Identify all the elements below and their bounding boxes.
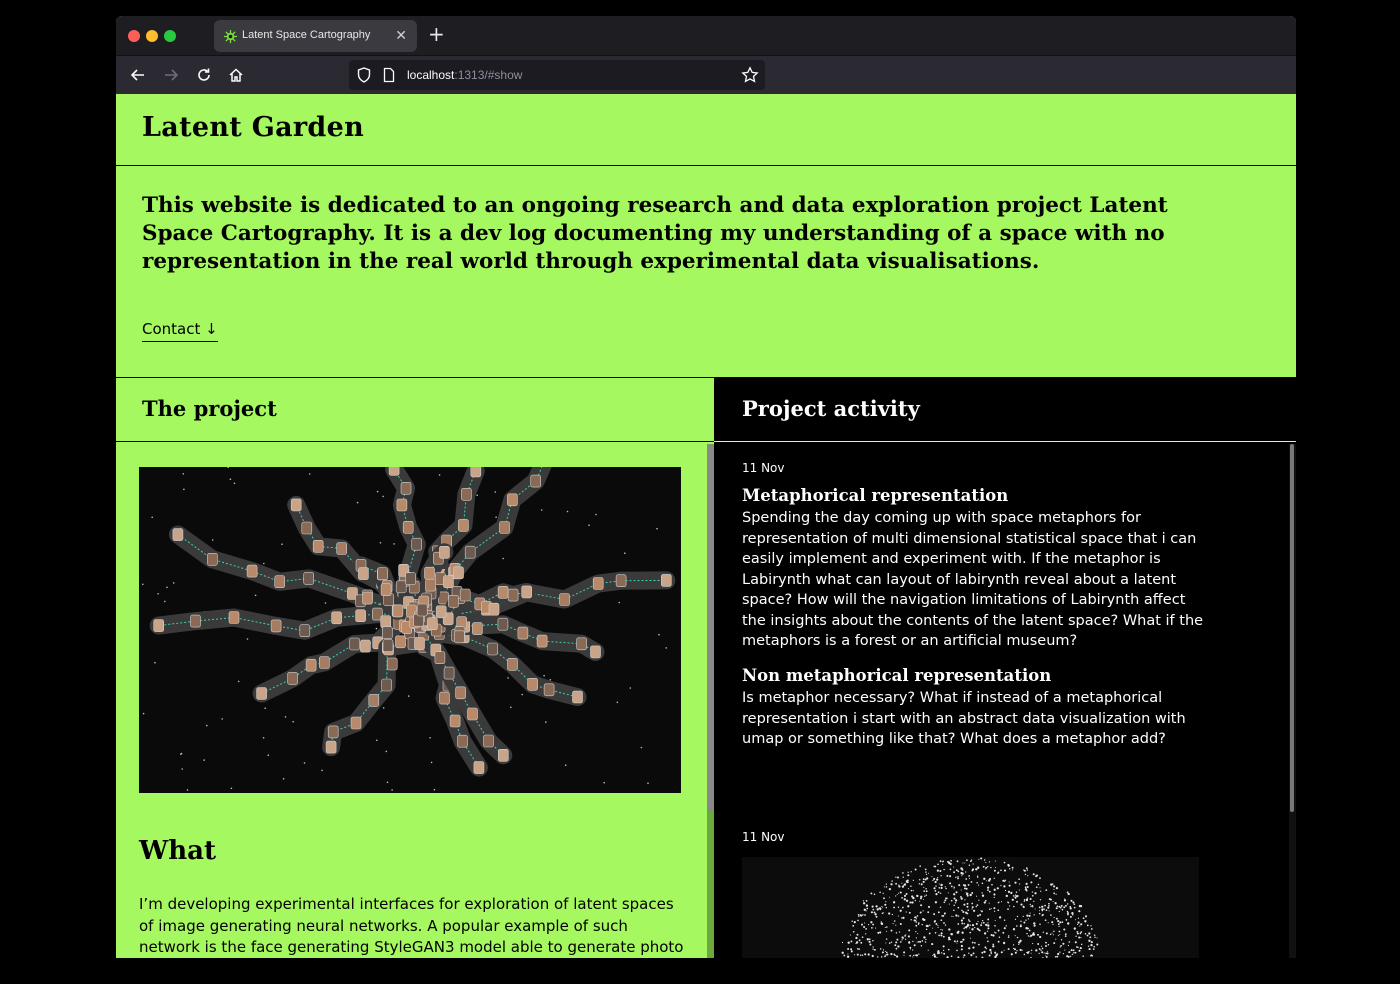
url-text[interactable]: localhost:1313/#show (407, 68, 522, 82)
url-path: :1313/#show (454, 68, 523, 82)
favicon-icon (223, 29, 238, 44)
forward-button[interactable] (161, 65, 181, 85)
bookmark-star-icon[interactable] (741, 66, 759, 84)
point-cloud-image (742, 857, 1199, 958)
entry-heading: Non metaphorical representation (742, 666, 1052, 685)
site-title[interactable]: Latent Garden (142, 112, 364, 143)
entry-body: Spending the day coming up with space me… (742, 510, 1204, 649)
page-icon (383, 67, 395, 83)
latent-space-map-image (139, 467, 681, 793)
browser-window: Latent Space Cartography ✕ + localhost:1… (116, 16, 1296, 958)
arrow-right-icon (165, 69, 179, 81)
what-text: I’m developing experimental interfaces f… (139, 895, 684, 956)
project-column: The project What I’m developing experime… (116, 378, 714, 958)
intro-text: This website is dedicated to an ongoing … (142, 193, 1168, 274)
minimize-window-button[interactable] (146, 30, 158, 42)
activity-column: Project activity 11 Nov Metaphorical rep… (714, 378, 1296, 958)
web-page: Latent Garden This website is dedicated … (116, 94, 1296, 958)
activity-scrollbar-thumb[interactable] (1290, 444, 1294, 812)
contact-link[interactable]: Contact ↓ (142, 320, 218, 342)
project-scrollbar-thumb[interactable] (708, 444, 713, 812)
reload-icon (198, 68, 210, 81)
nav-toolbar: localhost:1313/#show (116, 56, 1296, 94)
close-tab-icon[interactable]: ✕ (395, 27, 407, 44)
maximize-window-button[interactable] (164, 30, 176, 42)
new-tab-button[interactable]: + (428, 24, 445, 44)
site-header: Latent Garden (116, 94, 1296, 166)
entry-heading: Metaphorical representation (742, 486, 1009, 505)
arrow-left-icon (130, 69, 144, 81)
tab-title: Latent Space Cartography (242, 29, 371, 41)
back-button[interactable] (128, 65, 148, 85)
url-bar[interactable]: localhost:1313/#show (349, 60, 765, 90)
shield-icon[interactable] (357, 67, 371, 83)
entry-date: 11 Nov (742, 830, 785, 844)
activity-header: Project activity (714, 378, 1296, 442)
intro-section: This website is dedicated to an ongoing … (116, 166, 1296, 378)
project-heading: The project (142, 396, 277, 421)
reload-button[interactable] (194, 65, 214, 85)
tab-strip: Latent Space Cartography ✕ + (116, 16, 1296, 56)
close-window-button[interactable] (128, 30, 140, 42)
browser-tab[interactable]: Latent Space Cartography ✕ (214, 20, 417, 52)
activity-heading: Project activity (742, 396, 920, 421)
project-header: The project (116, 378, 714, 442)
home-button[interactable] (226, 65, 246, 85)
url-host: localhost (407, 68, 455, 82)
entry-date: 11 Nov (742, 461, 785, 475)
home-icon (229, 68, 243, 82)
what-heading: What (139, 836, 216, 866)
entry-body: Is metaphor necessary? What if instead o… (742, 690, 1186, 747)
